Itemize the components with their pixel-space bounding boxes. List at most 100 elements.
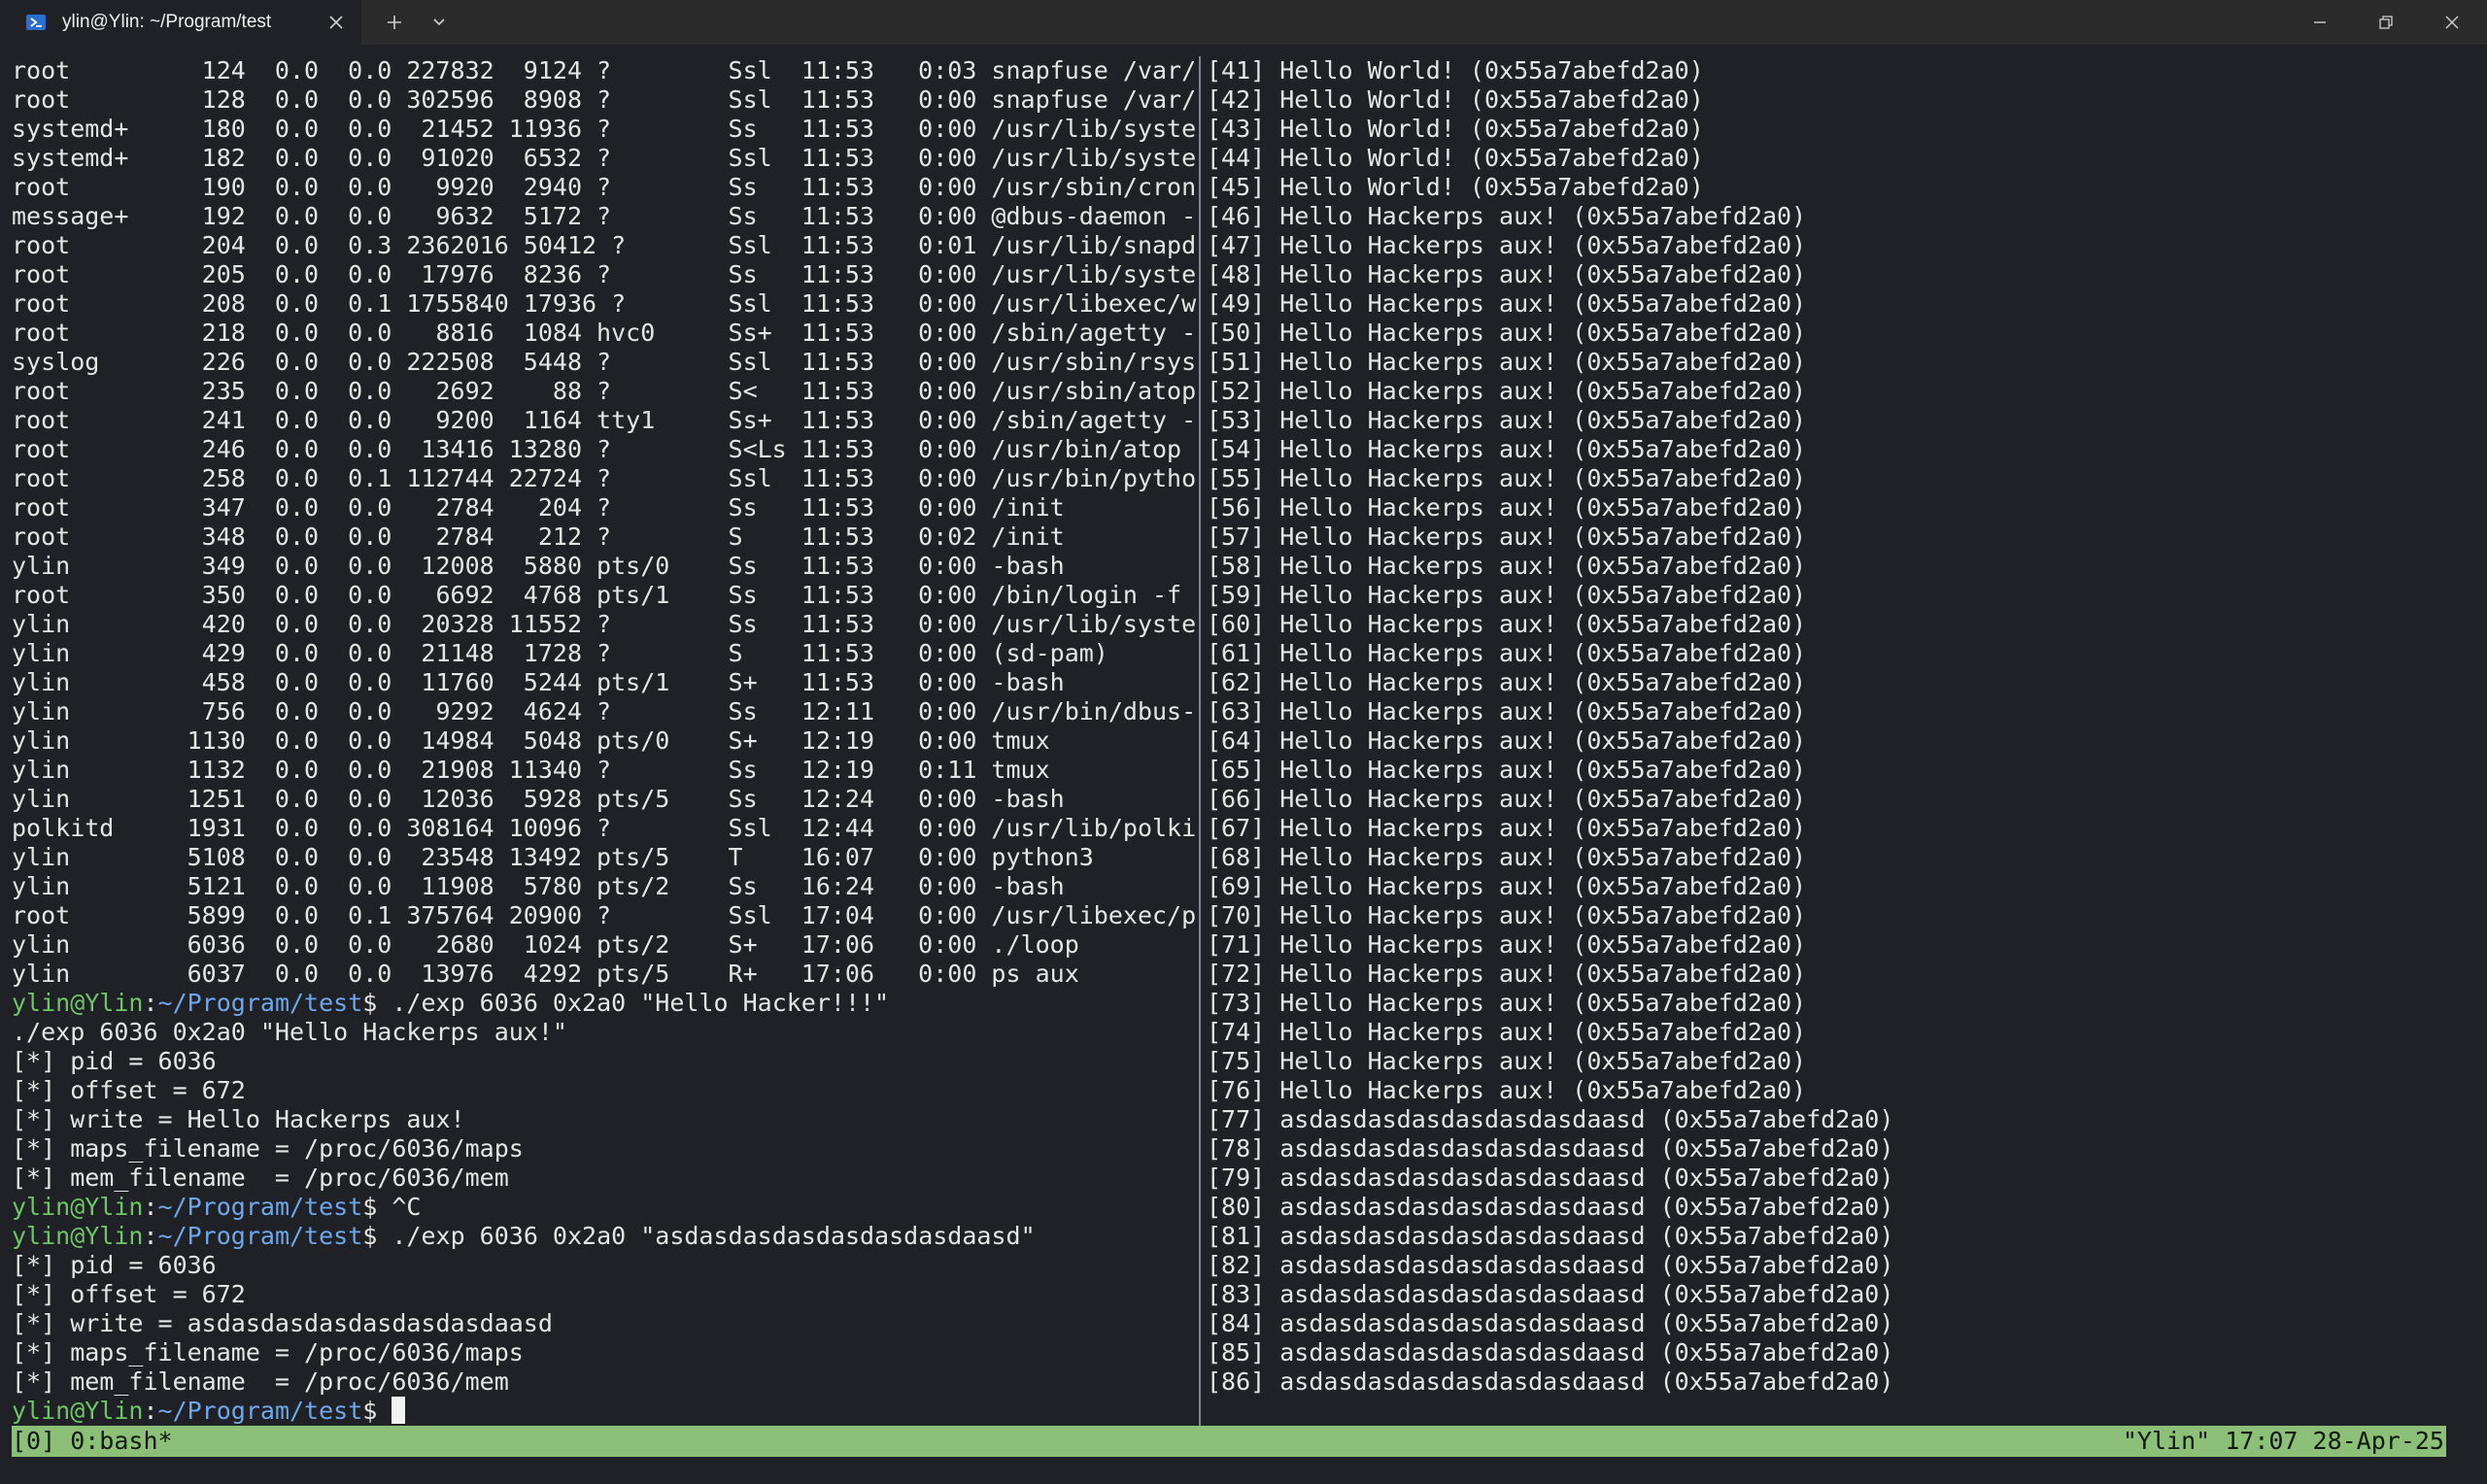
loop-output-line: [86] asdasdasdasdasdasdasdaasd (0x55a7ab… — [1207, 1367, 1894, 1396]
window-list[interactable]: [0] 0:bash* — [12, 1426, 173, 1457]
loop-output-line: [55] Hello Hackerps aux! (0x55a7abefd2a0… — [1207, 464, 1807, 492]
loop-output-line: [45] Hello World! (0x55a7abefd2a0) — [1207, 173, 1704, 201]
loop-output-line: [73] Hello Hackerps aux! (0x55a7abefd2a0… — [1207, 989, 1807, 1017]
prompt-symbol: $ — [362, 1397, 392, 1425]
loop-output-line: [64] Hello Hackerps aux! (0x55a7abefd2a0… — [1207, 726, 1807, 755]
ps-row: ylin 349 0.0 0.0 12008 5880 pts/0 Ss 11:… — [12, 552, 1065, 580]
tab-dropdown-button[interactable] — [414, 0, 464, 45]
ps-row: root 347 0.0 0.0 2784 204 ? Ss 11:53 0:0… — [12, 493, 1065, 522]
plus-icon — [388, 16, 401, 29]
loop-output-line: [44] Hello World! (0x55a7abefd2a0) — [1207, 144, 1704, 172]
command-text: ./exp 6036 0x2a0 "Hello Hacker!!!" — [392, 989, 890, 1017]
prompt-path: ~/Program/test — [157, 1193, 363, 1221]
loop-output-line: [62] Hello Hackerps aux! (0x55a7abefd2a0… — [1207, 668, 1807, 696]
ps-row: root 235 0.0 0.0 2692 88 ? S< 11:53 0:00… — [12, 377, 1197, 405]
ps-row: ylin 6036 0.0 0.0 2680 1024 pts/2 S+ 17:… — [12, 930, 1079, 959]
powershell-icon — [26, 15, 46, 30]
ps-row: root 190 0.0 0.0 9920 2940 ? Ss 11:53 0:… — [12, 173, 1197, 201]
restore-icon — [2379, 16, 2393, 29]
loop-output-line: [83] asdasdasdasdasdasdasdaasd (0x55a7ab… — [1207, 1280, 1894, 1308]
output-line: [*] maps_filename = /proc/6036/maps — [12, 1134, 524, 1163]
prompt-path: ~/Program/test — [157, 1222, 363, 1250]
ps-row: ylin 1132 0.0 0.0 21908 11340 ? Ss 12:19… — [12, 756, 1050, 784]
loop-output-line: [67] Hello Hackerps aux! (0x55a7abefd2a0… — [1207, 814, 1807, 842]
ps-row: systemd+ 180 0.0 0.0 21452 11936 ? Ss 11… — [12, 115, 1197, 143]
loop-output-line: [63] Hello Hackerps aux! (0x55a7abefd2a0… — [1207, 697, 1807, 725]
output-line: [*] offset = 672 — [12, 1280, 246, 1308]
maximize-button[interactable] — [2353, 0, 2419, 45]
prompt-user: ylin@Ylin — [12, 1222, 144, 1250]
ps-row: ylin 420 0.0 0.0 20328 11552 ? Ss 11:53 … — [12, 610, 1197, 638]
loop-output-line: [75] Hello Hackerps aux! (0x55a7abefd2a0… — [1207, 1047, 1807, 1075]
ps-row: root 205 0.0 0.0 17976 8236 ? Ss 11:53 0… — [12, 260, 1197, 288]
loop-output-line: [56] Hello Hackerps aux! (0x55a7abefd2a0… — [1207, 493, 1807, 522]
prompt-line: ylin@Ylin:~/Program/test$ ./exp 6036 0x2… — [12, 989, 1197, 1018]
prompt-colon: : — [143, 989, 158, 1017]
prompt-line: ylin@Ylin:~/Program/test$ ./exp 6036 0x2… — [12, 1222, 1197, 1251]
output-line: [*] write = asdasdasdasdasdasdasdaasd — [12, 1309, 553, 1337]
loop-output-line: [46] Hello Hackerps aux! (0x55a7abefd2a0… — [1207, 202, 1807, 230]
terminal-area[interactable]: root 124 0.0 0.0 227832 9124 ? Ssl 11:53… — [0, 56, 2487, 1426]
tmux-status-bar: [0] 0:bash* "Ylin" 17:07 28-Apr-25 — [12, 1426, 2446, 1457]
loop-output-line: [85] asdasdasdasdasdasdasdaasd (0x55a7ab… — [1207, 1338, 1894, 1366]
loop-output-line: [65] Hello Hackerps aux! (0x55a7abefd2a0… — [1207, 756, 1807, 784]
loop-output-line: [70] Hello Hackerps aux! (0x55a7abefd2a0… — [1207, 901, 1807, 929]
ps-row: root 124 0.0 0.0 227832 9124 ? Ssl 11:53… — [12, 56, 1197, 84]
output-line: [*] pid = 6036 — [12, 1047, 217, 1075]
ps-row: message+ 192 0.0 0.0 9632 5172 ? Ss 11:5… — [12, 202, 1197, 230]
loop-output-line: [51] Hello Hackerps aux! (0x55a7abefd2a0… — [1207, 348, 1807, 376]
ps-row: ylin 756 0.0 0.0 9292 4624 ? Ss 12:11 0:… — [12, 697, 1197, 725]
ps-row: root 208 0.0 0.1 1755840 17936 ? Ssl 11:… — [12, 289, 1197, 318]
output-line: [*] write = Hello Hackerps aux! — [12, 1105, 465, 1133]
tab-title: ylin@Ylin: ~/Program/test — [62, 12, 272, 32]
ps-row: root 348 0.0 0.0 2784 212 ? S 11:53 0:02… — [12, 523, 1065, 551]
minimize-button[interactable] — [2287, 0, 2353, 45]
loop-output-line: [66] Hello Hackerps aux! (0x55a7abefd2a0… — [1207, 785, 1807, 813]
ps-row: root 350 0.0 0.0 6692 4768 pts/1 Ss 11:5… — [12, 581, 1182, 609]
close-tab-button[interactable] — [317, 3, 356, 42]
ps-row: ylin 429 0.0 0.0 21148 1728 ? S 11:53 0:… — [12, 639, 1108, 667]
output-line: ./exp 6036 0x2a0 "Hello Hackerps aux!" — [12, 1018, 567, 1046]
prompt-line: ylin@Ylin:~/Program/test$ ^C — [12, 1193, 1197, 1222]
output-line: [*] maps_filename = /proc/6036/maps — [12, 1338, 524, 1366]
ps-row: root 218 0.0 0.0 8816 1084 hvc0 Ss+ 11:5… — [12, 319, 1197, 347]
right-pane[interactable]: [41] Hello World! (0x55a7abefd2a0) [42] H… — [1207, 56, 2470, 1426]
command-text: ^C — [392, 1193, 422, 1221]
ps-row: root 128 0.0 0.0 302596 8908 ? Ssl 11:53… — [12, 85, 1197, 114]
prompt-colon: : — [143, 1222, 158, 1250]
prompt-user: ylin@Ylin — [12, 1397, 144, 1425]
loop-output-line: [50] Hello Hackerps aux! (0x55a7abefd2a0… — [1207, 319, 1807, 347]
ps-row: root 5899 0.0 0.1 375764 20900 ? Ssl 17:… — [12, 901, 1197, 929]
loop-output-line: [58] Hello Hackerps aux! (0x55a7abefd2a0… — [1207, 552, 1807, 580]
status-info: "Ylin" 17:07 28-Apr-25 — [2122, 1427, 2444, 1455]
output-line: [*] mem_filename = /proc/6036/mem — [12, 1164, 509, 1192]
loop-output-line: [61] Hello Hackerps aux! (0x55a7abefd2a0… — [1207, 639, 1807, 667]
prompt-user: ylin@Ylin — [12, 1193, 144, 1221]
loop-output-line: [74] Hello Hackerps aux! (0x55a7abefd2a0… — [1207, 1018, 1807, 1046]
loop-output-line: [71] Hello Hackerps aux! (0x55a7abefd2a0… — [1207, 930, 1807, 959]
loop-output-line: [54] Hello Hackerps aux! (0x55a7abefd2a0… — [1207, 435, 1807, 463]
minimize-icon — [2314, 21, 2326, 23]
loop-output-line: [69] Hello Hackerps aux! (0x55a7abefd2a0… — [1207, 872, 1807, 900]
output-line: [*] mem_filename = /proc/6036/mem — [12, 1367, 509, 1396]
loop-output-line: [41] Hello World! (0x55a7abefd2a0) — [1207, 56, 1704, 84]
terminal-cursor[interactable] — [392, 1397, 406, 1424]
window-close-button[interactable] — [2419, 0, 2485, 45]
loop-output-line: [43] Hello World! (0x55a7abefd2a0) — [1207, 115, 1704, 143]
loop-output-line: [76] Hello Hackerps aux! (0x55a7abefd2a0… — [1207, 1076, 1807, 1104]
ps-row: root 258 0.0 0.1 112744 22724 ? Ssl 11:5… — [12, 464, 1197, 492]
pane-divider[interactable] — [1199, 56, 1201, 1426]
left-pane[interactable]: root 124 0.0 0.0 227832 9124 ? Ssl 11:53… — [12, 56, 1197, 1426]
output-line: [*] offset = 672 — [12, 1076, 246, 1104]
close-icon — [2445, 16, 2459, 29]
command-text: ./exp 6036 0x2a0 "asdasdasdasdasdasdasda… — [392, 1222, 1036, 1250]
prompt-colon: : — [143, 1397, 158, 1425]
prompt-path: ~/Program/test — [157, 989, 363, 1017]
loop-output-line: [53] Hello Hackerps aux! (0x55a7abefd2a0… — [1207, 406, 1807, 434]
new-tab-button[interactable] — [369, 0, 420, 45]
loop-output-line: [82] asdasdasdasdasdasdasdaasd (0x55a7ab… — [1207, 1251, 1894, 1279]
ps-row: ylin 1251 0.0 0.0 12036 5928 pts/5 Ss 12… — [12, 785, 1065, 813]
ps-row: ylin 5121 0.0 0.0 11908 5780 pts/2 Ss 16… — [12, 872, 1065, 900]
terminal-tab[interactable]: ylin@Ylin: ~/Program/test — [0, 0, 361, 45]
loop-output-line: [81] asdasdasdasdasdasdasdaasd (0x55a7ab… — [1207, 1222, 1894, 1250]
